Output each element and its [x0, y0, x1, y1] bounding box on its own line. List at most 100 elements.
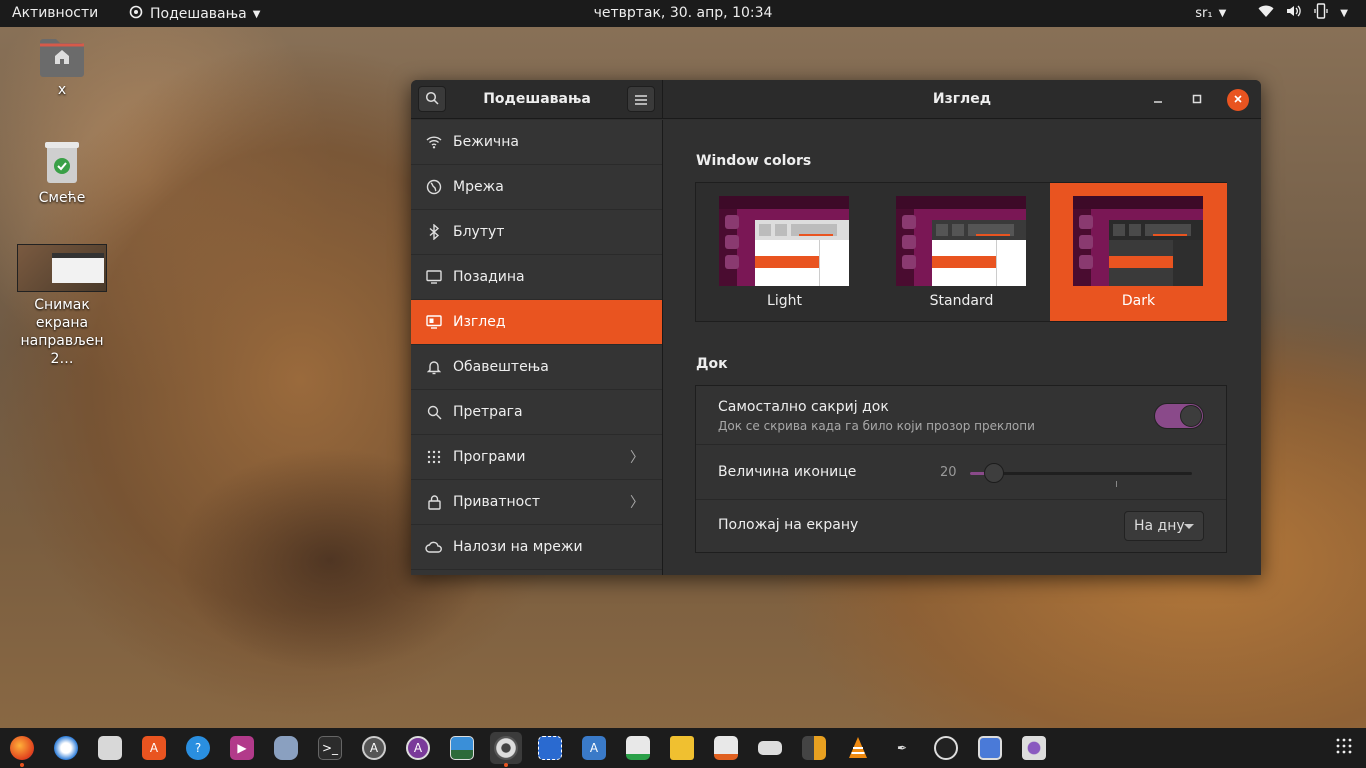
menu-button[interactable]	[627, 86, 655, 112]
color-option-label: Standard	[929, 293, 994, 309]
app-menu-label: Подешавања	[150, 6, 247, 22]
archive-icon	[670, 736, 694, 760]
color-option-dark[interactable]: Dark	[1050, 183, 1227, 321]
desktop-icon-trash[interactable]: Смеће	[7, 140, 117, 206]
screen-rotation-icon	[1314, 3, 1328, 23]
dock-app-firefox[interactable]	[6, 732, 38, 767]
trash-icon	[42, 140, 82, 186]
sidebar-item-bluetooth[interactable]: Блутут	[411, 210, 662, 255]
volume-icon	[1286, 4, 1302, 22]
dock-app-keyboard[interactable]	[754, 732, 786, 764]
color-option-label: Light	[767, 293, 802, 309]
dock-app-software-updater[interactable]: A	[358, 732, 390, 764]
slider-knob[interactable]	[984, 463, 1004, 483]
presentation-icon	[714, 736, 738, 760]
sidebar-item-background[interactable]: Позадина	[411, 255, 662, 300]
dock-app-terminal[interactable]: >_	[314, 732, 346, 764]
apps-grid-icon	[425, 448, 443, 466]
color-option-standard[interactable]: Standard	[873, 183, 1050, 321]
autohide-label: Самостално сакриј док	[718, 399, 889, 415]
dark-theme-preview	[1073, 196, 1203, 286]
dock-app-inkscape[interactable]: ✒	[886, 732, 918, 764]
network-icon	[425, 178, 443, 196]
dock-section-title: Док	[696, 356, 728, 372]
icon-size-row: Величина иконице 20	[696, 445, 1226, 500]
screen-selection-icon	[538, 736, 562, 760]
dock-app-remote-desktop[interactable]	[974, 732, 1006, 764]
close-icon	[1233, 93, 1243, 108]
autohide-toggle[interactable]	[1154, 403, 1204, 429]
show-applications-button[interactable]	[1328, 732, 1360, 764]
system-tray[interactable]: ▼	[1258, 3, 1348, 23]
obs-icon	[934, 736, 958, 760]
desktop-icon-screenshot[interactable]: Снимак екрана направљен 2…	[7, 244, 117, 368]
dock-app-translate[interactable]: A	[578, 732, 610, 764]
dock-app-presentation[interactable]	[710, 732, 742, 764]
software-updater-icon: A	[362, 736, 386, 760]
dock-app-app-store[interactable]: A	[402, 732, 434, 764]
autohide-description: Док се скрива када га било који прозор п…	[718, 419, 1035, 433]
running-indicator	[504, 763, 508, 767]
sidebar-item-appearance[interactable]: Изглед	[411, 300, 662, 345]
background-icon	[425, 268, 443, 286]
dock-app-webcam[interactable]	[1018, 732, 1050, 764]
toggle-knob	[1180, 405, 1202, 427]
gear-icon	[128, 4, 144, 24]
sidebar-item-label: Обавештења	[453, 359, 549, 375]
app-menu-button[interactable]: Подешавања ▼	[128, 4, 260, 24]
sidebar-item-online-accounts[interactable]: Налози на мрежи	[411, 525, 662, 570]
chevron-right-icon: 〉	[630, 450, 644, 466]
dock-app-software-center[interactable]: A	[138, 732, 170, 764]
dock-app-screenshot-tool[interactable]	[446, 732, 478, 764]
sidebar-item-search[interactable]: Претрага	[411, 390, 662, 435]
screenshot-file-icon	[17, 244, 107, 292]
sidebar-item-notifications[interactable]: Обавештења	[411, 345, 662, 390]
settings-window: Подешавања Изглед Бежична Мрежа Блутут П…	[411, 80, 1261, 575]
settings-icon	[494, 736, 518, 760]
thunderbird-icon	[54, 736, 78, 760]
hamburger-menu-icon	[635, 90, 647, 109]
dock-app-usb-creator[interactable]	[270, 732, 302, 764]
dock-app-settings[interactable]	[490, 732, 522, 767]
clock[interactable]: четвртак, 30. апр, 10:34	[594, 5, 773, 21]
dock-app-video[interactable]: ▶	[226, 732, 258, 764]
sidebar-item-privacy[interactable]: Приватност 〉	[411, 480, 662, 525]
desktop-icon-label: Смеће	[38, 190, 86, 206]
keyboard-layout-indicator[interactable]: sr₁ ▼	[1195, 6, 1226, 21]
window-title: Изглед	[932, 91, 992, 107]
desktop-icon-home[interactable]: x	[7, 36, 117, 98]
minimize-button[interactable]	[1147, 89, 1169, 111]
sidebar-item-label: Приватност	[453, 494, 541, 510]
activities-button[interactable]: Активности	[12, 5, 98, 21]
color-option-light[interactable]: Light	[696, 183, 873, 321]
sidebar-header: Подешавања	[411, 80, 663, 119]
sidebar-item-label: Мрежа	[453, 179, 504, 195]
firefox-icon	[10, 736, 34, 760]
dock-app-obs[interactable]	[930, 732, 962, 764]
sidebar-item-network[interactable]: Мрежа	[411, 165, 662, 210]
sidebar-title: Подешавања	[483, 91, 591, 107]
dock-app-archive[interactable]	[666, 732, 698, 764]
icon-size-slider[interactable]	[970, 463, 1192, 483]
system-menu-chevron-icon: ▼	[1340, 7, 1348, 19]
usb-creator-icon	[274, 736, 298, 760]
dock-app-vlc[interactable]	[842, 732, 874, 764]
dock-app-spreadsheet[interactable]	[622, 732, 654, 764]
sidebar-item-label: Изглед	[453, 314, 506, 330]
vlc-icon	[846, 736, 870, 760]
maximize-button[interactable]	[1186, 89, 1208, 111]
close-button[interactable]	[1227, 89, 1249, 111]
screen-position-dropdown[interactable]: На дну	[1124, 511, 1204, 541]
video-icon: ▶	[230, 736, 254, 760]
dock-app-screen-selection[interactable]	[534, 732, 566, 764]
window-colors-selector: Light Standard Dark	[695, 182, 1227, 322]
dock-app-help[interactable]: ?	[182, 732, 214, 764]
dock-app-calculator[interactable]	[798, 732, 830, 764]
sidebar-item-wireless[interactable]: Бежична	[411, 120, 662, 165]
sidebar-item-applications[interactable]: Програми 〉	[411, 435, 662, 480]
dock-app-thunderbird[interactable]	[50, 732, 82, 764]
screen-position-label: Положај на екрану	[718, 517, 859, 533]
dock-app-files[interactable]	[94, 732, 126, 764]
color-option-label: Dark	[1121, 293, 1156, 309]
remote-desktop-icon	[978, 736, 1002, 760]
